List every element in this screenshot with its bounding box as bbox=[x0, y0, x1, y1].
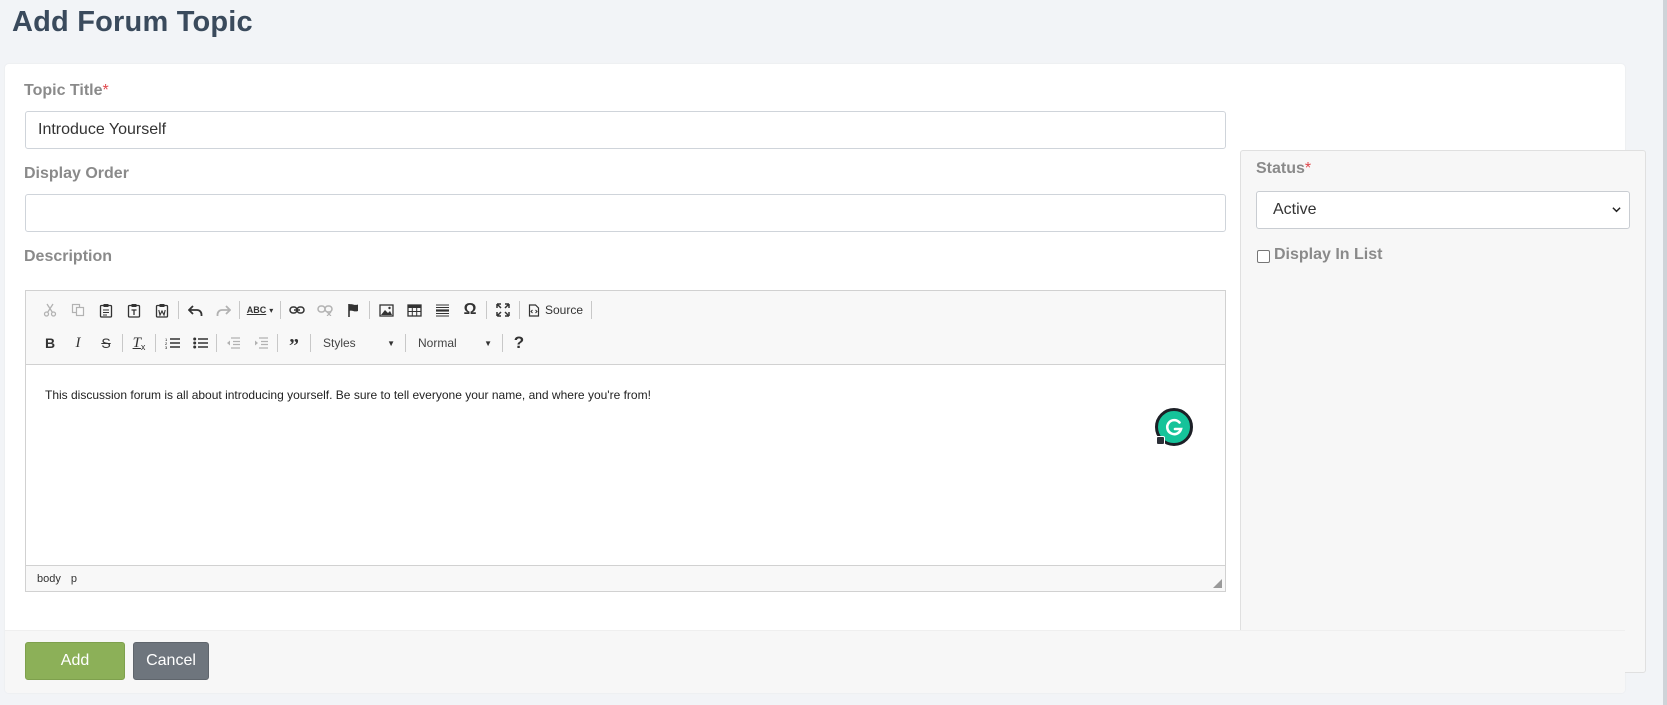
form-card: Topic Title* Display Order Description bbox=[5, 64, 1646, 693]
path-element-p[interactable]: p bbox=[71, 573, 77, 585]
svg-text:3: 3 bbox=[165, 345, 168, 349]
toolbar-separator bbox=[277, 334, 278, 352]
toolbar-separator bbox=[155, 334, 156, 352]
add-button[interactable]: Add bbox=[25, 642, 125, 680]
blockquote-icon[interactable]: ” bbox=[280, 330, 308, 357]
status-selected-value: Active bbox=[1273, 201, 1317, 218]
unlink-icon[interactable] bbox=[311, 297, 339, 323]
toolbar-separator bbox=[310, 334, 311, 352]
topic-title-input[interactable] bbox=[25, 111, 1226, 149]
display-order-input[interactable] bbox=[25, 194, 1226, 232]
topic-title-label-text: Topic Title bbox=[24, 82, 103, 99]
format-dropdown[interactable]: Normal ▼ bbox=[408, 330, 500, 356]
description-label: Description bbox=[24, 248, 113, 265]
spellcheck-glyph: ABC bbox=[246, 305, 267, 315]
topic-title-label: Topic Title* bbox=[24, 82, 109, 100]
source-label: Source bbox=[545, 303, 584, 317]
toolbar-separator bbox=[280, 301, 281, 319]
toolbar-separator bbox=[369, 301, 370, 319]
paste-word-icon[interactable] bbox=[148, 297, 176, 323]
chevron-down-icon: ▼ bbox=[387, 338, 395, 348]
rich-text-editor: ABC ▾ Ω Source B I S T x 1 2 3 ” Styles … bbox=[25, 290, 1226, 592]
outdent-icon[interactable] bbox=[219, 330, 247, 356]
strikethrough-icon[interactable]: S bbox=[92, 330, 120, 356]
toolbar-separator bbox=[486, 301, 487, 319]
paste-text-icon[interactable] bbox=[120, 297, 148, 323]
dropdown-caret-icon: ▾ bbox=[269, 305, 274, 315]
undo-icon[interactable] bbox=[181, 297, 209, 323]
styles-dropdown[interactable]: Styles ▼ bbox=[313, 330, 403, 356]
redo-icon[interactable] bbox=[209, 297, 237, 323]
italic-icon[interactable]: I bbox=[64, 330, 92, 356]
scrollbar-track[interactable] bbox=[1663, 0, 1667, 705]
editor-path-bar: body p bbox=[26, 565, 1225, 591]
bold-icon[interactable]: B bbox=[36, 330, 64, 356]
format-label: Normal bbox=[418, 336, 457, 350]
required-marker: * bbox=[102, 82, 109, 99]
toolbar-separator bbox=[519, 301, 520, 319]
status-label-text: Status bbox=[1256, 160, 1305, 177]
copy-icon[interactable] bbox=[64, 297, 92, 323]
side-panel: Status* Active Display In List bbox=[1240, 150, 1646, 673]
numbered-list-icon[interactable]: 123 bbox=[158, 330, 186, 356]
paste-icon[interactable] bbox=[92, 297, 120, 323]
source-icon bbox=[528, 303, 540, 317]
source-button[interactable]: Source bbox=[522, 297, 589, 323]
table-icon[interactable] bbox=[400, 297, 428, 323]
toolbar-row-1: ABC ▾ Ω Source bbox=[36, 297, 594, 323]
display-in-list-label[interactable]: Display In List bbox=[1274, 246, 1382, 264]
grammarly-badge-icon bbox=[1156, 436, 1165, 445]
special-char-icon[interactable]: Ω bbox=[456, 297, 484, 323]
editor-content-area[interactable]: This discussion forum is all about intro… bbox=[26, 366, 1225, 566]
display-in-list-checkbox[interactable] bbox=[1257, 250, 1270, 263]
toolbar-separator bbox=[122, 334, 123, 352]
status-select[interactable]: Active bbox=[1256, 191, 1630, 229]
toolbar-separator bbox=[216, 334, 217, 352]
chevron-down-icon bbox=[1612, 207, 1621, 213]
editor-toolbar: ABC ▾ Ω Source B I S T x 1 2 3 ” Styles … bbox=[26, 291, 1225, 365]
resize-handle-icon[interactable] bbox=[1213, 579, 1222, 588]
path-element-body[interactable]: body bbox=[37, 573, 61, 585]
image-icon[interactable] bbox=[372, 297, 400, 323]
spellcheck-icon[interactable]: ABC ▾ bbox=[242, 297, 278, 323]
status-label: Status* bbox=[1256, 160, 1311, 178]
toolbar-separator bbox=[502, 334, 503, 352]
toolbar-separator bbox=[178, 301, 179, 319]
toolbar-separator bbox=[405, 334, 406, 352]
bulleted-list-icon[interactable] bbox=[186, 330, 214, 356]
chevron-down-icon: ▼ bbox=[484, 338, 492, 348]
link-icon[interactable] bbox=[283, 297, 311, 323]
grammarly-icon[interactable] bbox=[1155, 408, 1193, 446]
editor-paragraph[interactable]: This discussion forum is all about intro… bbox=[45, 388, 1206, 402]
form-footer bbox=[5, 630, 1625, 693]
indent-icon[interactable] bbox=[247, 330, 275, 356]
required-marker: * bbox=[1304, 160, 1312, 177]
page-title: Add Forum Topic bbox=[12, 6, 253, 38]
toolbar-separator bbox=[591, 301, 593, 319]
anchor-icon[interactable] bbox=[339, 297, 367, 323]
toolbar-row-2: B I S Tx 123 ” Styles ▼ Normal ▼ ? bbox=[36, 330, 533, 357]
horizontal-line-icon[interactable] bbox=[428, 297, 456, 323]
cancel-button[interactable]: Cancel bbox=[133, 642, 209, 680]
cut-icon[interactable] bbox=[36, 297, 64, 323]
styles-label: Styles bbox=[323, 336, 356, 350]
toolbar-separator bbox=[239, 301, 240, 319]
help-icon[interactable]: ? bbox=[505, 330, 533, 356]
scrollbar-thumb[interactable] bbox=[1663, 0, 1667, 705]
maximize-icon[interactable] bbox=[489, 297, 517, 323]
display-order-label: Display Order bbox=[24, 165, 129, 182]
remove-format-icon[interactable]: Tx bbox=[125, 330, 153, 356]
